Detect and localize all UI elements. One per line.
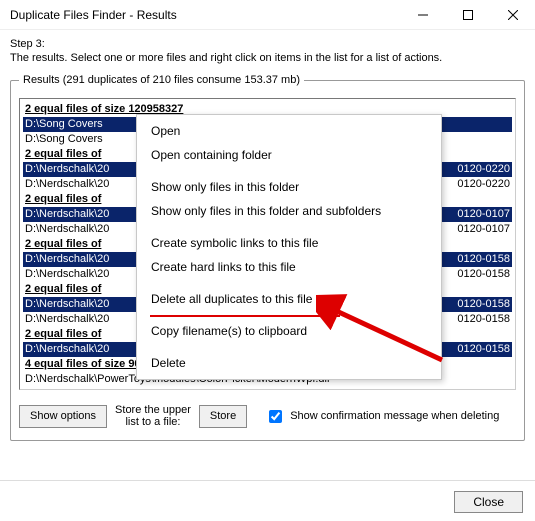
context-menu-separator	[137, 223, 441, 231]
footer-divider	[0, 480, 535, 481]
list-item-date: 0120-0220	[450, 162, 512, 177]
window-close-button[interactable]	[490, 0, 535, 30]
list-item-date: 0120-0158	[450, 312, 512, 327]
list-item-date: 0120-0220	[450, 177, 512, 192]
confirm-delete-checkbox-label: Show confirmation message when deleting	[290, 410, 499, 422]
store-label: Store the upperlist to a file:	[109, 404, 197, 428]
list-item-date: 0120-0107	[450, 222, 512, 237]
confirm-delete-checkbox[interactable]: Show confirmation message when deleting	[265, 407, 499, 426]
instruction-text: The results. Select one or more files an…	[10, 52, 525, 64]
list-item-date: 0120-0158	[450, 267, 512, 282]
context-menu-item[interactable]: Show only files in this folder	[137, 175, 441, 199]
context-menu-item[interactable]: Create hard links to this file	[137, 255, 441, 279]
context-menu-separator	[137, 167, 441, 175]
step-label: Step 3:	[10, 38, 525, 50]
list-item-date: 0120-0107	[450, 207, 512, 222]
context-menu-item[interactable]: Open containing folder	[137, 143, 441, 167]
minimize-button[interactable]	[400, 0, 445, 30]
list-item-date	[450, 117, 512, 132]
context-menu-separator	[137, 279, 441, 287]
show-options-button[interactable]: Show options	[19, 405, 107, 428]
list-item-date: 0120-0158	[450, 252, 512, 267]
list-item-date: 0120-0158	[450, 342, 512, 357]
results-legend: Results (291 duplicates of 210 files con…	[19, 74, 304, 86]
confirm-delete-checkbox-input[interactable]	[269, 410, 282, 423]
results-group: Results (291 duplicates of 210 files con…	[10, 74, 525, 441]
list-item-date	[450, 132, 512, 147]
context-menu-item[interactable]: Create symbolic links to this file	[137, 231, 441, 255]
list-item-date	[450, 372, 512, 386]
maximize-button[interactable]	[445, 0, 490, 30]
annotation-underline	[150, 315, 340, 317]
context-menu-item[interactable]: Open	[137, 119, 441, 143]
annotation-arrow	[316, 294, 446, 366]
close-button[interactable]: Close	[454, 491, 523, 513]
store-button[interactable]: Store	[199, 405, 247, 428]
context-menu-item[interactable]: Show only files in this folder and subfo…	[137, 199, 441, 223]
window-title: Duplicate Files Finder - Results	[10, 8, 400, 22]
list-item-date: 0120-0158	[450, 297, 512, 312]
titlebar: Duplicate Files Finder - Results	[0, 0, 535, 30]
